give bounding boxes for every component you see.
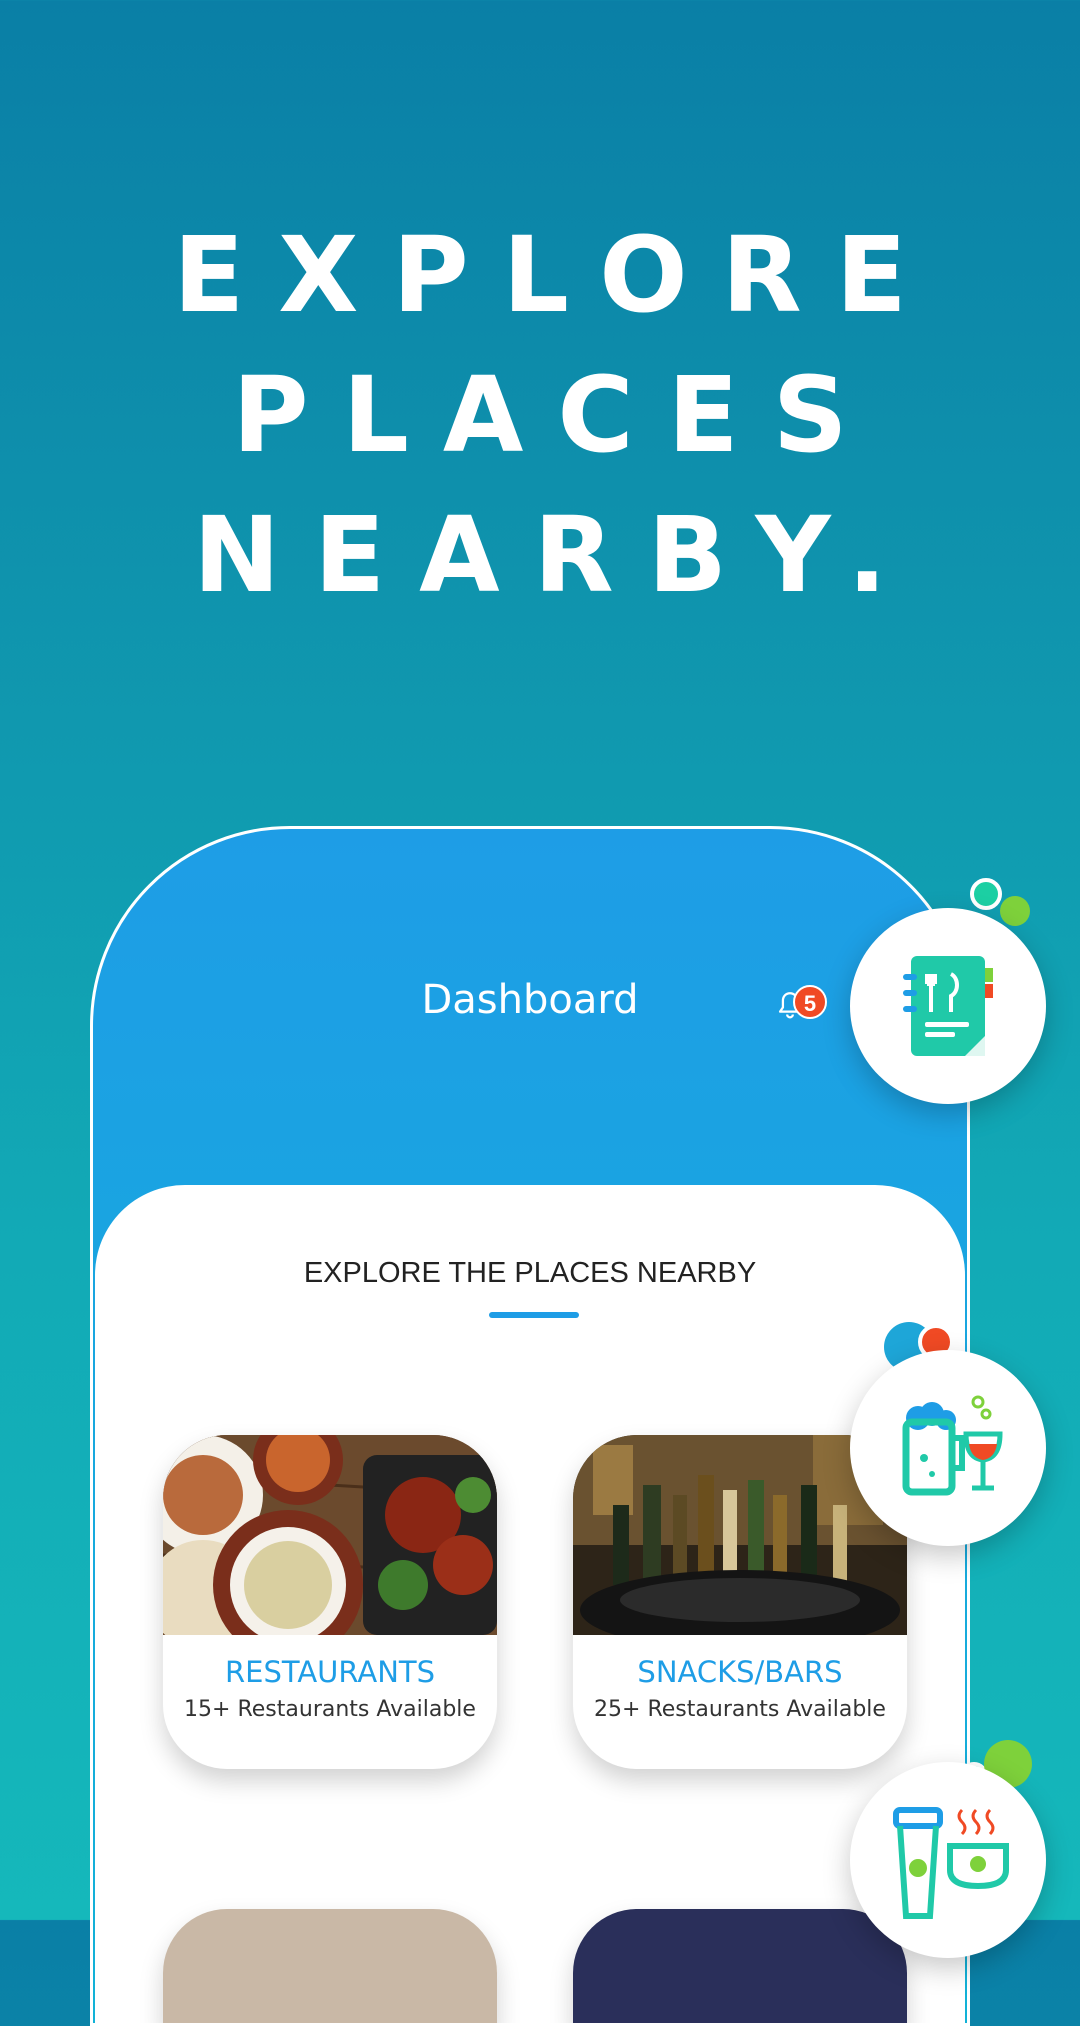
headline-line-2: PLACES (232, 354, 882, 476)
category-name: SNACKS/BARS (637, 1655, 843, 1689)
headline-line-3: NEARBY. (193, 494, 921, 616)
category-card-peek-right[interactable] (573, 1909, 907, 2023)
category-card-restaurants[interactable]: RESTAURANTS 15+ Restaurants Available (163, 1435, 497, 1769)
notification-badge[interactable]: 5 (793, 985, 827, 1019)
card-photo (163, 1909, 497, 2023)
section-title: EXPLORE THE PLACES NEARBY (303, 1257, 757, 1289)
beer-wine-icon (902, 1395, 1003, 1496)
coffee-icon-bubble[interactable] (850, 1762, 1046, 1958)
headline: EXPLORE PLACES NEARBY. (0, 205, 1080, 625)
category-subtitle: 15+ Restaurants Available (184, 1697, 476, 1722)
decor-dot (970, 878, 1002, 910)
category-subtitle: 25+ Restaurants Available (594, 1697, 886, 1722)
content-sheet: EXPLORE THE PLACES NEARBY RESTAURANTS 15… (95, 1185, 965, 2023)
beer-wine-icon-bubble[interactable] (850, 1350, 1046, 1546)
app-title: Dashboard (421, 977, 639, 1023)
decor-dot (1000, 896, 1030, 926)
card-photo (573, 1909, 907, 2023)
headline-line-1: EXPLORE (173, 214, 941, 336)
phone-frame: Dashboard 5 EXPLORE THE PLACES NEARBY RE… (90, 826, 970, 2026)
menu-book-icon-bubble[interactable] (850, 908, 1046, 1104)
coffee-icon (893, 1807, 1009, 1919)
restaurants-photo (163, 1435, 497, 1635)
category-name: RESTAURANTS (224, 1655, 436, 1689)
category-card-peek-left[interactable] (163, 1909, 497, 2023)
menu-book-icon (903, 956, 993, 1056)
section-underline (489, 1312, 579, 1318)
